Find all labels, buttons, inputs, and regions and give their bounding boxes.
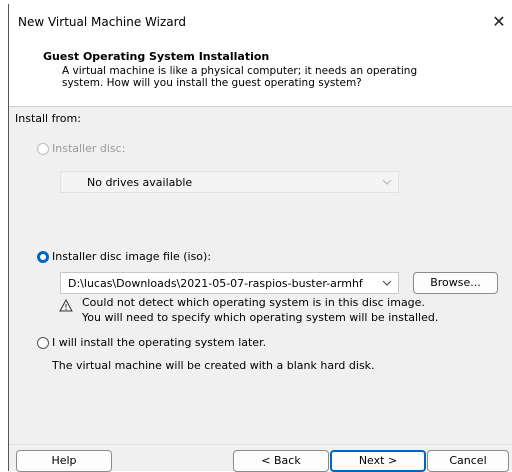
wizard-window: New Virtual Machine Wizard ✕ Guest Opera… xyxy=(8,4,512,472)
installer-iso-radio[interactable] xyxy=(37,251,49,263)
iso-path-field[interactable]: D:\lucas\Downloads\2021-05-07-raspios-bu… xyxy=(60,272,399,294)
page-description: A virtual machine is like a physical com… xyxy=(62,65,482,89)
installer-disc-label: Installer disc: xyxy=(52,142,126,155)
installer-disc-dropdown-value: No drives available xyxy=(87,176,193,189)
page-description-line1: A virtual machine is like a physical com… xyxy=(62,65,418,77)
close-icon[interactable]: ✕ xyxy=(487,12,511,32)
install-later-radio[interactable] xyxy=(37,337,49,349)
chevron-down-icon[interactable] xyxy=(382,276,392,293)
footer-divider xyxy=(9,444,512,445)
page-title: Guest Operating System Installation xyxy=(43,50,270,63)
warning-message-line1: Could not detect which operating system … xyxy=(82,296,425,309)
next-button[interactable]: Next > xyxy=(330,450,426,472)
title-bar: New Virtual Machine Wizard ✕ xyxy=(9,4,512,38)
install-from-label: Install from: xyxy=(15,112,81,125)
browse-button[interactable]: Browse... xyxy=(413,272,498,294)
wizard-header: Guest Operating System Installation A vi… xyxy=(9,38,512,107)
chevron-down-icon xyxy=(382,175,392,192)
installer-disc-dropdown[interactable]: No drives available xyxy=(60,171,399,193)
install-later-label: I will install the operating system late… xyxy=(52,336,267,349)
window-title: New Virtual Machine Wizard xyxy=(18,15,186,29)
page-description-line2: system. How will you install the guest o… xyxy=(62,77,362,89)
warning-icon xyxy=(59,298,73,315)
installer-iso-label: Installer disc image file (iso): xyxy=(52,250,212,263)
iso-path-value: D:\lucas\Downloads\2021-05-07-raspios-bu… xyxy=(68,277,363,290)
back-button[interactable]: < Back xyxy=(233,450,329,472)
installer-disc-radio[interactable] xyxy=(37,143,49,155)
warning-message-line2: You will need to specify which operating… xyxy=(82,311,439,324)
install-later-description: The virtual machine will be created with… xyxy=(52,359,375,372)
help-button[interactable]: Help xyxy=(16,450,112,472)
cancel-button[interactable]: Cancel xyxy=(427,450,509,472)
